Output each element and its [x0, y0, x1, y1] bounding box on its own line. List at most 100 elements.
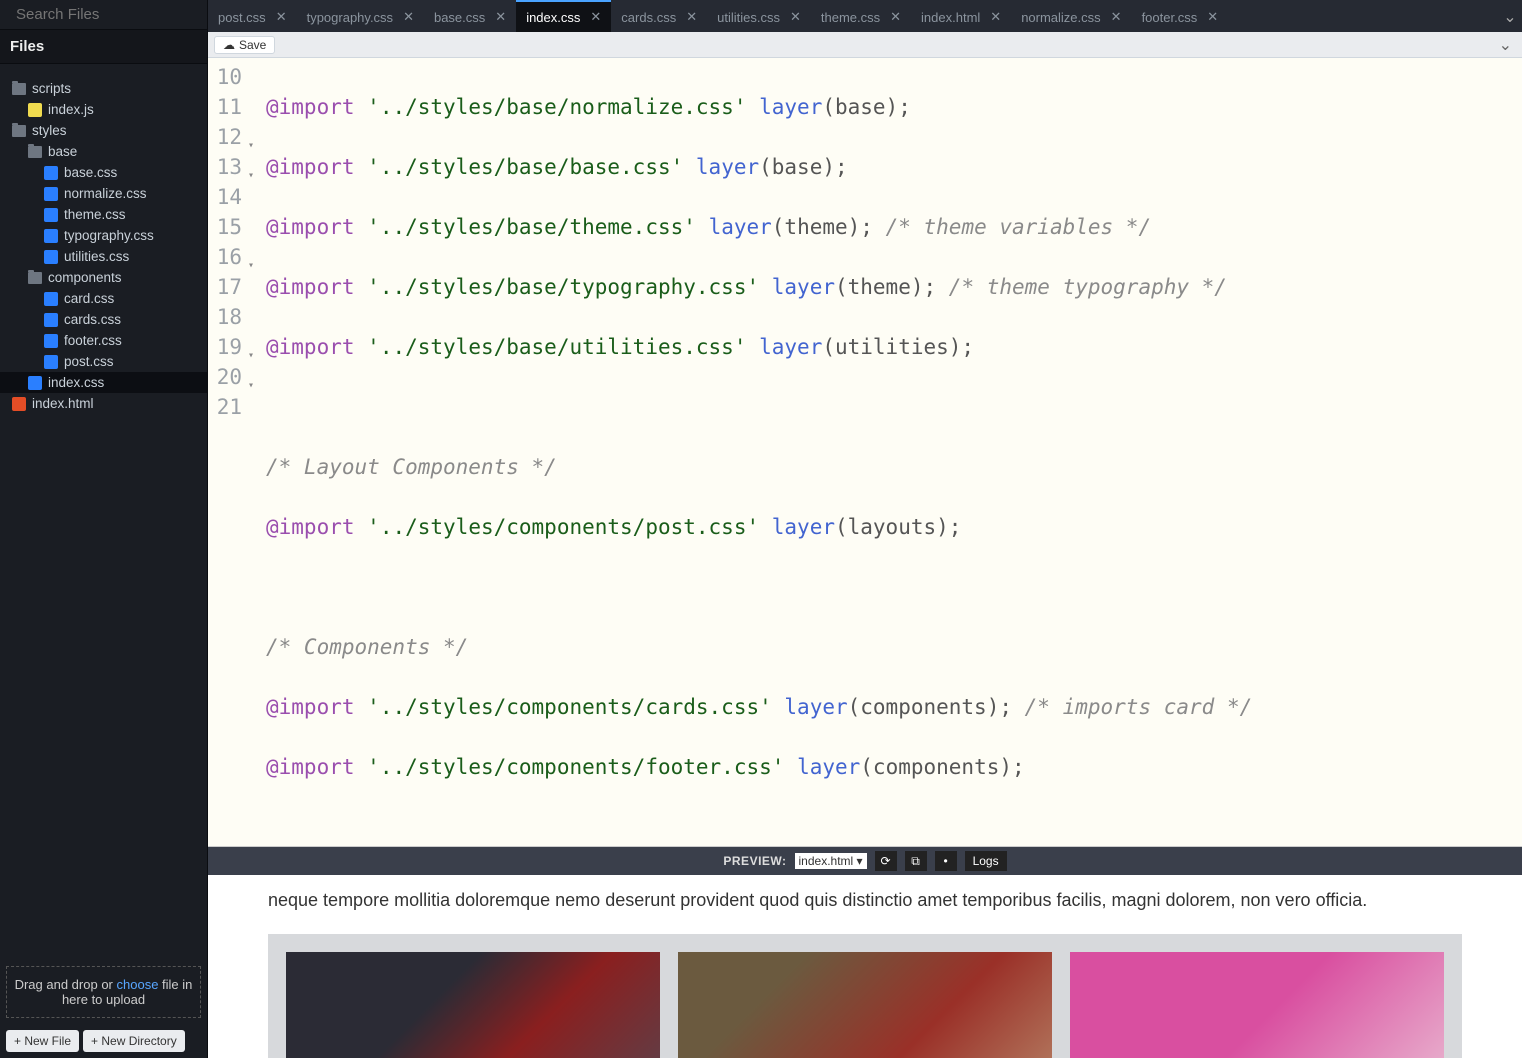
- folder-label: styles: [32, 123, 67, 138]
- refresh-icon: ⟳: [881, 854, 891, 868]
- save-button[interactable]: ☁Save: [214, 36, 275, 54]
- tab-utilities-css[interactable]: utilities.css ✕: [707, 2, 811, 32]
- close-icon[interactable]: ✕: [495, 9, 506, 25]
- file-label: base.css: [64, 165, 117, 180]
- drop-zone[interactable]: Drag and drop or choose file in here to …: [6, 966, 201, 1018]
- sidebar-button-row: + New File + New Directory: [0, 1024, 207, 1058]
- tab-label: typography.css: [307, 10, 393, 25]
- toolbar-overflow-button[interactable]: ⌄: [1495, 35, 1516, 55]
- file-label: theme.css: [64, 207, 126, 222]
- file-label: post.css: [64, 354, 114, 369]
- folder-label: base: [48, 144, 77, 159]
- css-icon: [44, 166, 58, 180]
- folder-icon: [12, 83, 26, 95]
- file-label: normalize.css: [64, 186, 147, 201]
- file-label: footer.css: [64, 333, 122, 348]
- file-label: card.css: [64, 291, 114, 306]
- tab-label: footer.css: [1142, 10, 1198, 25]
- files-panel-header: Files: [0, 29, 207, 64]
- css-icon: [44, 313, 58, 327]
- css-icon: [44, 229, 58, 243]
- new-file-button[interactable]: + New File: [6, 1030, 79, 1052]
- file-label: index.js: [48, 102, 94, 117]
- preview-pane[interactable]: neque tempore mollitia doloremque nemo d…: [208, 875, 1522, 1058]
- editor-tabs: post.css ✕ typography.css ✕ base.css✕ inde…: [208, 0, 1522, 32]
- close-icon[interactable]: ✕: [590, 9, 601, 25]
- preview-dot-button[interactable]: •: [935, 851, 957, 871]
- cloud-icon: ☁: [223, 38, 235, 52]
- file-theme-css[interactable]: theme.css: [0, 204, 207, 225]
- preview-paragraph: neque tempore mollitia doloremque nemo d…: [268, 887, 1462, 914]
- folder-scripts[interactable]: scripts: [0, 78, 207, 99]
- file-normalize-css[interactable]: normalize.css: [0, 183, 207, 204]
- file-tree: scripts index.js styles base base.css no…: [0, 64, 207, 960]
- tab-base-css[interactable]: base.css✕: [424, 2, 516, 32]
- file-index-js[interactable]: index.js: [0, 99, 207, 120]
- file-post-css[interactable]: post.css: [0, 351, 207, 372]
- tab-index-css[interactable]: index.css✕: [516, 0, 611, 32]
- file-base-css[interactable]: base.css: [0, 162, 207, 183]
- tab-index-html[interactable]: index.html✕: [911, 2, 1011, 32]
- file-utilities-css[interactable]: utilities.css: [0, 246, 207, 267]
- js-icon: [28, 103, 42, 117]
- preview-label: PREVIEW:: [723, 854, 786, 868]
- code-content[interactable]: @import '../styles/base/normalize.css' l…: [256, 58, 1262, 846]
- close-icon[interactable]: ✕: [890, 9, 901, 25]
- tab-cards-css[interactable]: cards.css ✕: [611, 2, 707, 32]
- tab-label: utilities.css: [717, 10, 780, 25]
- close-icon[interactable]: ✕: [1111, 9, 1122, 25]
- code-editor[interactable]: 10 11 12 13 14 15 16 17 18 19 20 21 @imp…: [208, 58, 1522, 847]
- close-icon[interactable]: ✕: [686, 9, 697, 25]
- file-card-css[interactable]: card.css: [0, 288, 207, 309]
- close-icon[interactable]: ✕: [403, 9, 414, 25]
- file-index-css[interactable]: index.css: [0, 372, 207, 393]
- folder-base[interactable]: base: [0, 141, 207, 162]
- cards-row: Classic Red Sweater (H2) BUY ON PETSY.CO…: [268, 934, 1462, 1058]
- card-image: [678, 952, 1052, 1058]
- tab-typography-css[interactable]: typography.css ✕: [297, 2, 424, 32]
- close-icon[interactable]: ✕: [1207, 9, 1218, 25]
- css-icon: [44, 208, 58, 222]
- tab-post-css[interactable]: post.css ✕: [208, 2, 297, 32]
- folder-label: components: [48, 270, 122, 285]
- file-label: utilities.css: [64, 249, 129, 264]
- close-icon[interactable]: ✕: [790, 9, 801, 25]
- file-cards-css[interactable]: cards.css: [0, 309, 207, 330]
- file-index-html[interactable]: index.html: [0, 393, 207, 414]
- dropzone-choose-link[interactable]: choose: [117, 977, 159, 992]
- file-label: cards.css: [64, 312, 121, 327]
- css-icon: [44, 355, 58, 369]
- open-external-button[interactable]: ⧉: [905, 851, 927, 871]
- file-label: index.html: [32, 396, 94, 411]
- close-icon[interactable]: ✕: [990, 9, 1001, 25]
- logs-button[interactable]: Logs: [965, 851, 1007, 871]
- tab-label: theme.css: [821, 10, 880, 25]
- file-typography-css[interactable]: typography.css: [0, 225, 207, 246]
- file-footer-css[interactable]: footer.css: [0, 330, 207, 351]
- tab-footer-css[interactable]: footer.css ✕: [1132, 2, 1229, 32]
- tab-theme-css[interactable]: theme.css ✕: [811, 2, 911, 32]
- folder-styles[interactable]: styles: [0, 120, 207, 141]
- folder-label: scripts: [32, 81, 71, 96]
- preview-file-select[interactable]: index.html ▾: [795, 853, 867, 869]
- sidebar: Files scripts index.js styles base base.…: [0, 0, 208, 1058]
- css-icon: [44, 250, 58, 264]
- folder-icon: [28, 272, 42, 284]
- folder-icon: [12, 125, 26, 137]
- refresh-button[interactable]: ⟳: [875, 851, 897, 871]
- product-card: Classic Red Sweater (H2) BUY ON PETSY.CO…: [286, 952, 660, 1058]
- tab-label: post.css: [218, 10, 266, 25]
- tab-label: cards.css: [621, 10, 676, 25]
- new-directory-button[interactable]: + New Directory: [83, 1030, 185, 1052]
- tab-normalize-css[interactable]: normalize.css✕: [1011, 2, 1131, 32]
- folder-components[interactable]: components: [0, 267, 207, 288]
- main-area: post.css ✕ typography.css ✕ base.css✕ inde…: [208, 0, 1522, 1058]
- file-label: index.css: [48, 375, 104, 390]
- tabs-overflow-button[interactable]: ⌄: [1498, 2, 1522, 32]
- css-icon: [44, 292, 58, 306]
- css-icon: [44, 334, 58, 348]
- close-icon[interactable]: ✕: [276, 9, 287, 25]
- folder-icon: [28, 146, 42, 158]
- css-icon: [28, 376, 42, 390]
- search-input[interactable]: [16, 6, 215, 23]
